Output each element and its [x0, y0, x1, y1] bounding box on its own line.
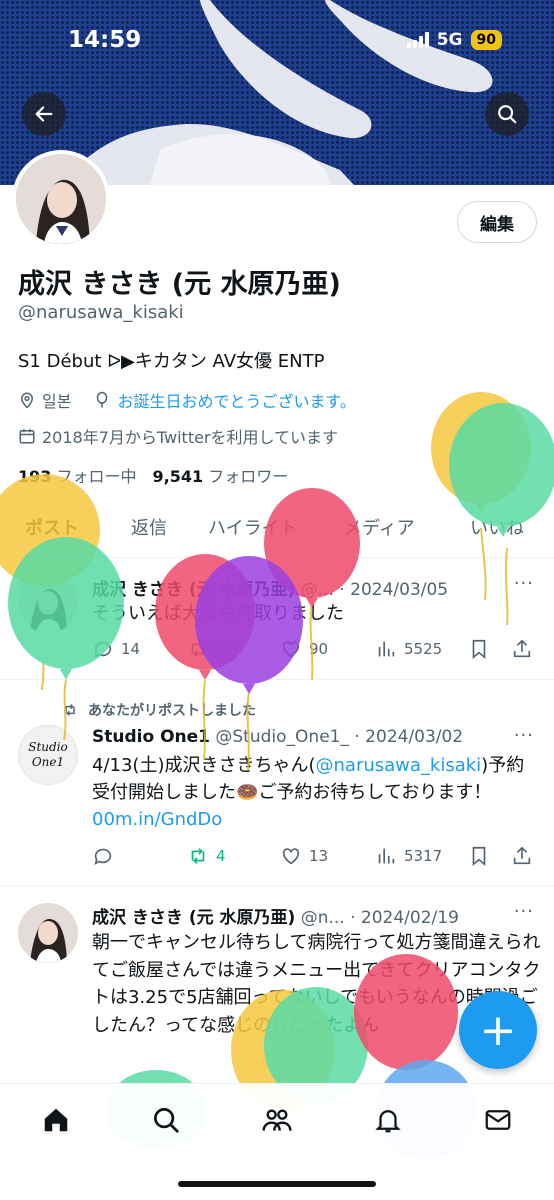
- home-icon: [44, 1108, 68, 1132]
- joined-row: 2018年7月からTwitterを利用しています: [18, 424, 338, 448]
- views-button[interactable]: 5317: [375, 845, 442, 867]
- repost-button[interactable]: [187, 638, 216, 660]
- heart-icon: [282, 641, 300, 658]
- post-handle: @n...: [300, 908, 345, 928]
- post-handle: @...: [300, 580, 334, 600]
- post-text: 4/13(土)成沢きさきちゃん(@narusawa_kisaki)予約受付開始し…: [92, 755, 525, 830]
- post-header: 成沢 きさき (元 水原乃亜) @... · 2024/03/05: [92, 575, 448, 600]
- user-handle: @narusawa_kisaki: [18, 302, 184, 323]
- repost-icon: [191, 848, 205, 864]
- reply-icon: [94, 641, 112, 658]
- home-indicator: [178, 1181, 376, 1187]
- profile-bio: S1 Début ᐅ▶キカタン AV女優 ENTP: [18, 351, 325, 372]
- post-avatar[interactable]: [18, 903, 78, 963]
- notifications-icon: [375, 1110, 401, 1133]
- nav-home[interactable]: [38, 1102, 74, 1138]
- network-label: 5G: [436, 30, 463, 50]
- following-link[interactable]: 193 フォロー中: [18, 463, 137, 487]
- communities-icon: [262, 1109, 292, 1131]
- search-button[interactable]: [485, 92, 529, 136]
- post-avatar[interactable]: [18, 573, 78, 633]
- display-name: 成沢 きさき (元 水原乃亜): [18, 269, 341, 300]
- post-item[interactable]: 成沢 きさき (元 水原乃亜) @... · 2024/03/05 ··· そう…: [0, 559, 554, 680]
- more-options-icon[interactable]: ···: [514, 573, 534, 594]
- views-icon: [378, 848, 395, 864]
- heart-icon: [282, 848, 300, 865]
- post-actions: 4 13 5317: [92, 845, 542, 871]
- compose-button[interactable]: +: [459, 991, 537, 1069]
- post-date: · 2024/03/05: [339, 580, 449, 600]
- location-text: 일본: [42, 392, 72, 411]
- share-icon: [513, 846, 531, 865]
- back-button[interactable]: [22, 92, 66, 136]
- url-link[interactable]: 00m.in/GndDo: [92, 809, 222, 830]
- nav-notifications[interactable]: [370, 1102, 406, 1138]
- more-options-icon[interactable]: ···: [514, 725, 534, 746]
- location-icon: [20, 392, 34, 409]
- bookmark-icon: [472, 639, 486, 660]
- share-icon: [513, 639, 531, 658]
- active-tab-indicator: [25, 554, 83, 558]
- tab-highlights[interactable]: ハイライト: [208, 514, 298, 540]
- studio-logo-text: Studio One1: [28, 740, 68, 769]
- repost-button[interactable]: 4: [187, 845, 226, 867]
- status-indicators: 5G 90: [406, 30, 502, 50]
- edit-profile-button[interactable]: 編集: [457, 201, 537, 243]
- birthday-link[interactable]: お誕生日おめでとうございます。: [117, 388, 355, 412]
- signal-icon: [406, 32, 429, 48]
- views-icon: [378, 641, 395, 657]
- post-date: · 2024/02/19: [350, 908, 459, 928]
- post-avatar[interactable]: Studio One1: [18, 725, 78, 785]
- post-author[interactable]: 成沢 きさき (元 水原乃亜): [92, 580, 295, 600]
- profile-meta-row: 일본 お誕生日おめでとうございます。: [18, 388, 356, 412]
- mention-link[interactable]: @narusawa_kisaki: [316, 755, 482, 776]
- nav-messages[interactable]: [480, 1102, 516, 1138]
- repost-icon: [191, 641, 205, 657]
- post-text: そういえば大型免許取りました: [92, 603, 344, 624]
- profile-tabs: ポスト 返信 ハイライト メディア いいね: [0, 500, 554, 558]
- post-item[interactable]: あなたがリポストしました Studio One1 Studio One1 @St…: [0, 681, 554, 886]
- status-bar: 14:59 5G 90: [0, 0, 554, 86]
- reply-button[interactable]: 14: [92, 638, 140, 660]
- balloon-icon: [97, 391, 108, 408]
- reply-icon: [94, 848, 112, 865]
- calendar-icon: [19, 429, 35, 444]
- battery-icon: 90: [470, 30, 502, 50]
- bookmark-button[interactable]: [468, 638, 490, 660]
- post-header: Studio One1 @Studio_One1_ · 2024/03/02: [92, 727, 463, 747]
- post-handle: @Studio_One1_: [215, 727, 349, 747]
- post-author[interactable]: 成沢 きさき (元 水原乃亜): [92, 908, 295, 928]
- post-header: 成沢 きさき (元 水原乃亜) @n... · 2024/02/19: [92, 903, 459, 928]
- like-button[interactable]: 90: [280, 638, 328, 660]
- post-actions: 14 90 5525: [92, 638, 542, 664]
- views-button[interactable]: 5525: [375, 638, 442, 660]
- status-time: 14:59: [68, 27, 142, 53]
- followers-link[interactable]: 9,541 フォロワー: [153, 463, 289, 487]
- nav-search[interactable]: [148, 1102, 184, 1138]
- nav-communities[interactable]: [259, 1102, 295, 1138]
- share-button[interactable]: [511, 845, 533, 867]
- more-options-icon[interactable]: ···: [514, 901, 534, 922]
- follow-stats: 193 フォロー中 9,541 フォロワー: [18, 463, 288, 487]
- post-date: · 2024/03/02: [354, 727, 464, 747]
- bookmark-button[interactable]: [468, 845, 490, 867]
- messages-icon: [485, 1110, 511, 1130]
- tab-media[interactable]: メディア: [344, 514, 415, 540]
- repost-indicator: あなたがリポストしました: [62, 700, 256, 720]
- arrow-left-icon: [35, 106, 53, 122]
- avatar-photo: [16, 154, 106, 244]
- tab-replies[interactable]: 返信: [131, 514, 167, 540]
- joined-text: 2018年7月からTwitterを利用しています: [42, 428, 339, 447]
- share-button[interactable]: [511, 638, 533, 660]
- tab-posts[interactable]: ポスト: [25, 514, 79, 540]
- search-icon: [154, 1108, 179, 1133]
- tab-likes[interactable]: いいね: [470, 514, 524, 540]
- repost-icon: [65, 704, 75, 716]
- post-author[interactable]: Studio One1: [92, 727, 210, 747]
- search-icon: [498, 105, 517, 124]
- bookmark-icon: [472, 846, 486, 867]
- like-button[interactable]: 13: [280, 845, 328, 867]
- profile-avatar[interactable]: [12, 150, 110, 248]
- reply-button[interactable]: [92, 845, 121, 867]
